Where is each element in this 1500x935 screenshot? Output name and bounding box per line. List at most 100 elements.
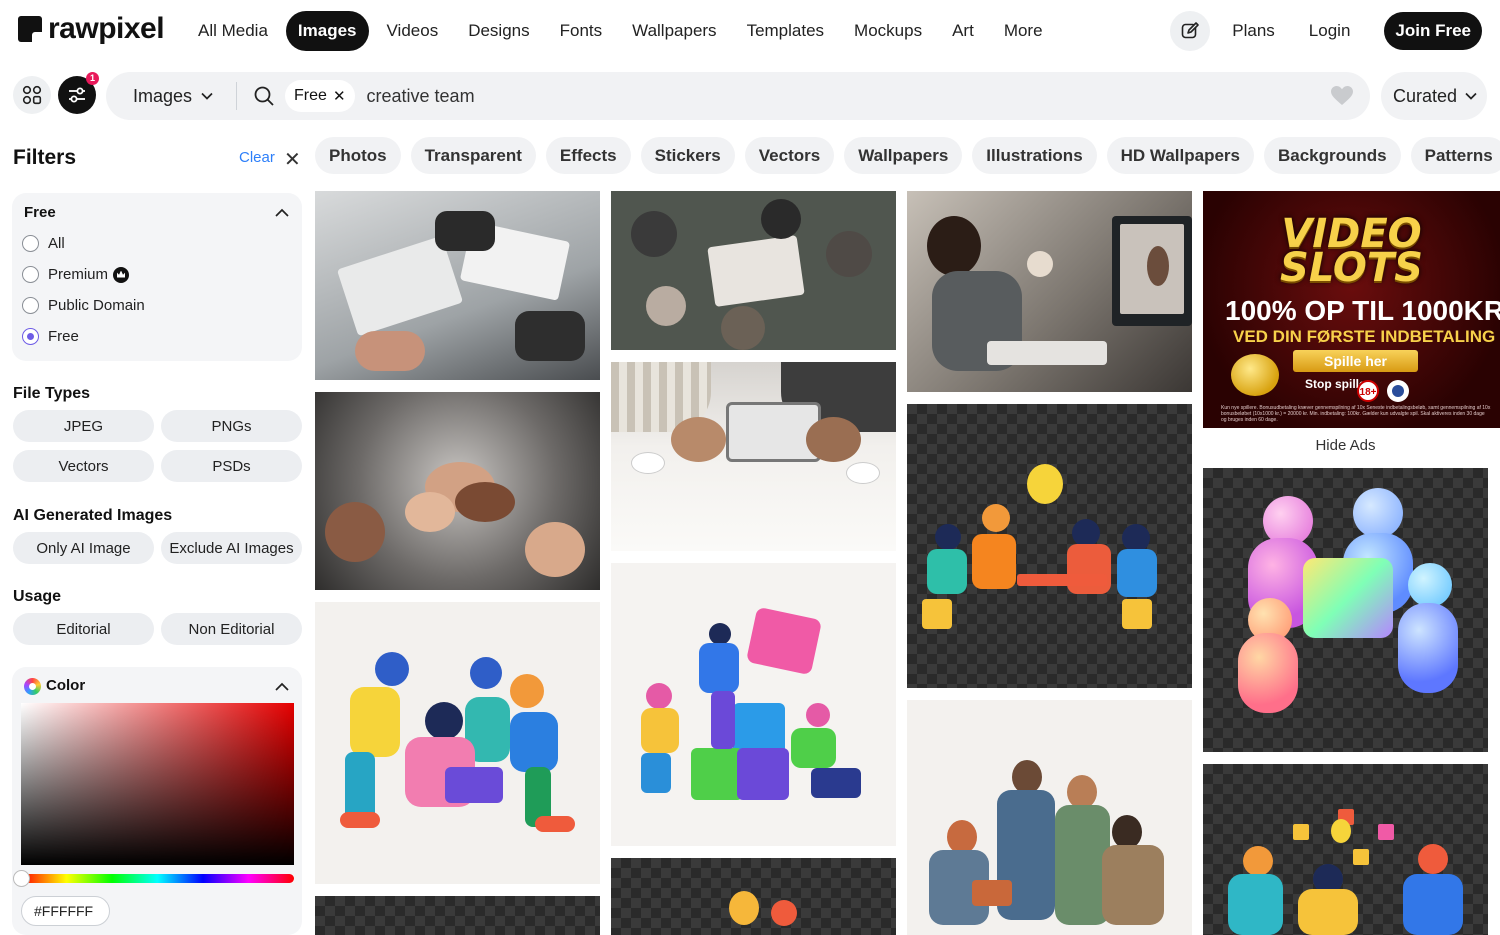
license-option-label: Public Domain <box>48 297 145 314</box>
edit-icon <box>1181 22 1200 39</box>
usage-non-editorial[interactable]: Non Editorial <box>161 613 302 645</box>
join-free-button[interactable]: Join Free <box>1384 12 1482 50</box>
sort-dropdown[interactable]: Curated <box>1381 72 1487 120</box>
hide-ads-link[interactable]: Hide Ads <box>1203 437 1488 454</box>
gold-coin-icon <box>1231 354 1279 396</box>
radio-button[interactable] <box>22 235 39 252</box>
file-type-vectors[interactable]: Vectors <box>13 450 154 482</box>
chip-stickers[interactable]: Stickers <box>640 137 735 174</box>
license-panel: Free All Premium Public Domain Free <box>12 193 302 361</box>
radio-button-selected[interactable] <box>22 328 39 345</box>
file-types-title: File Types <box>13 385 91 402</box>
sticker-team-partial[interactable] <box>315 896 600 935</box>
top-navigation: rawpixel All Media Images Videos Designs… <box>0 0 1500 62</box>
license-option-label: Premium <box>48 266 109 283</box>
filters-title: Filters <box>13 146 77 169</box>
usage-editorial[interactable]: Editorial <box>13 613 154 645</box>
illustration-puzzle-teamwork[interactable] <box>611 563 896 846</box>
nav-fonts[interactable]: Fonts <box>548 11 615 51</box>
saturation-value-picker[interactable] <box>21 703 294 865</box>
ad-fine-print: Kun nye spillere. Bonusudbetaling kræver… <box>1221 405 1491 423</box>
photo-team-hands-stack[interactable] <box>315 392 600 590</box>
advertisement-banner[interactable]: VIDEO SLOTS 100% OP TIL 1000KR VED DIN F… <box>1203 191 1500 428</box>
filters-toggle-button[interactable]: 1 <box>58 72 99 114</box>
chip-illustrations[interactable]: Illustrations <box>972 137 1097 174</box>
edit-button[interactable] <box>1170 11 1211 51</box>
license-option-free[interactable]: Free <box>22 328 79 345</box>
category-chips: Photos Transparent Effects Stickers Vectors W… <box>315 137 1500 174</box>
close-filters-icon[interactable]: ✕ <box>284 147 301 172</box>
rawpixel-logo[interactable]: rawpixel <box>18 12 165 45</box>
photo-tablet-coffee-table[interactable] <box>611 362 896 551</box>
sticker-3d-puzzle-people[interactable] <box>1203 468 1488 752</box>
chevron-up-icon[interactable] <box>274 205 290 221</box>
filters-sidebar: Filters Clear ✕ Free All Premium Public … <box>0 135 315 935</box>
favorite-search-button[interactable] <box>1330 85 1354 107</box>
remove-chip-icon[interactable]: ✕ <box>333 87 346 105</box>
chip-photos[interactable]: Photos <box>315 137 401 174</box>
radio-button[interactable] <box>22 297 39 314</box>
license-option-all[interactable]: All <box>22 235 65 252</box>
search-input[interactable] <box>366 85 1330 107</box>
plans-link[interactable]: Plans <box>1232 21 1275 41</box>
nav-images[interactable]: Images <box>285 11 369 51</box>
radio-button[interactable] <box>22 266 39 283</box>
illustration-happy-team-laptop[interactable] <box>315 602 600 884</box>
apps-grid-button[interactable] <box>13 76 51 114</box>
search-type-dropdown[interactable]: Images <box>133 86 214 107</box>
ad-cta-button[interactable]: Spille her <box>1293 350 1418 372</box>
sticker-team-sticky-notes[interactable] <box>1203 764 1488 935</box>
license-option-premium[interactable]: Premium <box>22 266 130 283</box>
free-chip-label: Free <box>294 87 327 104</box>
nav-designs[interactable]: Designs <box>456 11 541 51</box>
heart-icon <box>1331 86 1353 105</box>
sticker-team-idea-table[interactable] <box>907 404 1192 688</box>
chip-transparent[interactable]: Transparent <box>410 137 536 174</box>
only-ai-image-button[interactable]: Only AI Image <box>13 532 154 564</box>
chip-effects[interactable]: Effects <box>545 137 631 174</box>
search-icon[interactable] <box>253 85 275 107</box>
nav-videos[interactable]: Videos <box>375 11 451 51</box>
file-type-pngs[interactable]: PNGs <box>161 410 302 442</box>
file-type-jpeg[interactable]: JPEG <box>13 410 154 442</box>
premium-crown-icon <box>113 266 130 283</box>
color-panel: Color #FFFFFF <box>12 667 302 935</box>
license-option-label: All <box>48 235 65 252</box>
search-bar: Images Free ✕ <box>106 72 1370 120</box>
login-link[interactable]: Login <box>1309 21 1351 41</box>
color-panel-title: Color <box>46 677 86 694</box>
age-18-icon: 18+ <box>1357 380 1379 402</box>
nav-all-media[interactable]: All Media <box>186 11 280 51</box>
chip-vectors[interactable]: Vectors <box>744 137 835 174</box>
chevron-up-icon[interactable] <box>274 679 290 695</box>
ai-images-title: AI Generated Images <box>13 507 173 524</box>
photo-team-desk-papers[interactable] <box>315 191 600 380</box>
photo-top-view-meeting[interactable] <box>611 191 896 350</box>
hue-slider-handle[interactable] <box>13 870 30 887</box>
license-panel-title: Free <box>24 204 56 221</box>
chip-backgrounds[interactable]: Backgrounds <box>1264 137 1401 174</box>
nav-more[interactable]: More <box>992 11 1055 51</box>
ad-logo-line2: SLOTS <box>1280 245 1423 291</box>
hex-color-input[interactable]: #FFFFFF <box>21 896 110 926</box>
exclude-ai-images-button[interactable]: Exclude AI Images <box>161 532 302 564</box>
hue-slider[interactable] <box>21 874 294 883</box>
usage-title: Usage <box>13 588 62 605</box>
logo-text: rawpixel <box>48 12 165 45</box>
nav-mockups[interactable]: Mockups <box>842 11 934 51</box>
free-filter-chip[interactable]: Free ✕ <box>285 80 355 112</box>
nav-wallpapers[interactable]: Wallpapers <box>620 11 728 51</box>
photo-creative-studio-computer[interactable] <box>907 191 1192 392</box>
clear-filters-link[interactable]: Clear <box>239 149 275 166</box>
nav-templates[interactable]: Templates <box>735 11 836 51</box>
filter-count-badge: 1 <box>86 72 99 85</box>
nav-art[interactable]: Art <box>940 11 986 51</box>
chip-hd-wallpapers[interactable]: HD Wallpapers <box>1106 137 1254 174</box>
license-option-public-domain[interactable]: Public Domain <box>22 297 145 314</box>
illustration-business-team[interactable] <box>907 700 1192 935</box>
color-wheel-icon <box>24 678 41 695</box>
chip-wallpapers[interactable]: Wallpapers <box>844 137 963 174</box>
chip-patterns[interactable]: Patterns <box>1410 137 1500 174</box>
file-type-psds[interactable]: PSDs <box>161 450 302 482</box>
sticker-lightbulb-team[interactable] <box>611 858 896 935</box>
